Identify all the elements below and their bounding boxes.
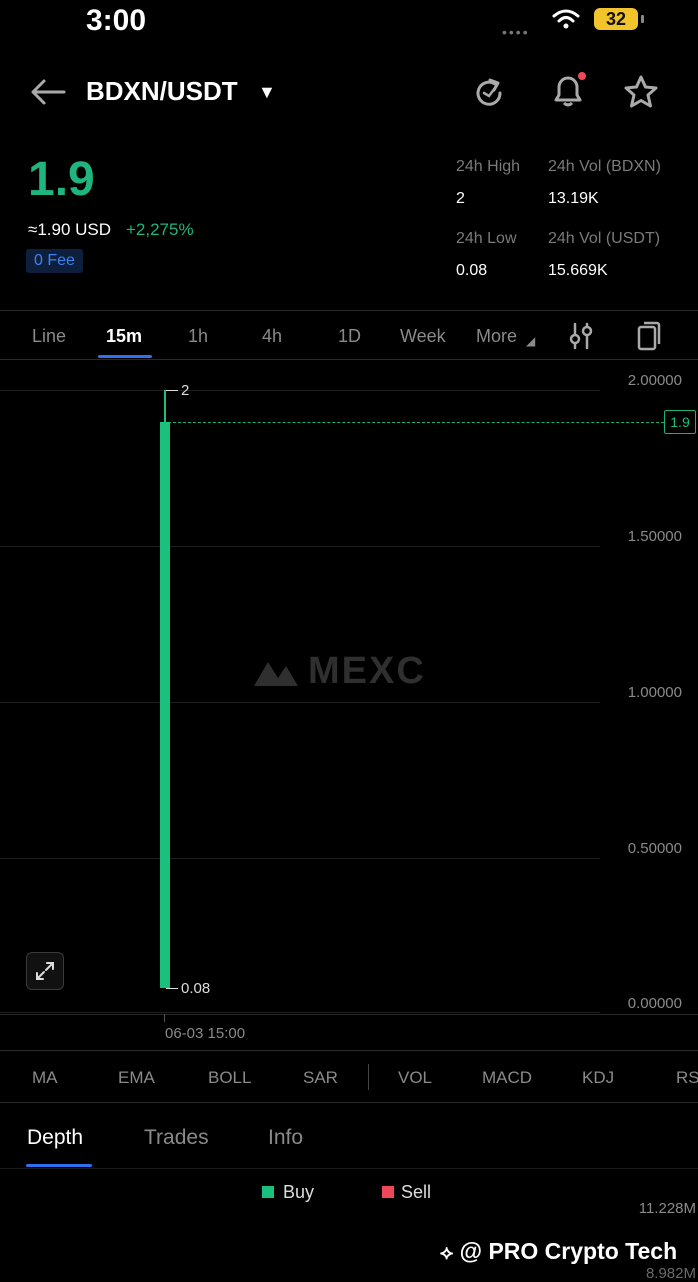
watermark-credit: ⟡ @ PRO Crypto Tech (440, 1238, 677, 1265)
sell-legend-swatch (382, 1186, 394, 1198)
24h-vol-base-value: 13.19K (548, 190, 599, 207)
tab-1h[interactable]: 1h (188, 326, 208, 347)
tab-trades[interactable]: Trades (144, 1126, 209, 1150)
y-axis-tick: 1.50000 (627, 528, 682, 545)
24h-high-label: 24h High (456, 158, 521, 175)
grid-line (0, 702, 600, 703)
tab-week[interactable]: Week (400, 326, 446, 347)
24h-high-value: 2 (456, 190, 465, 207)
tab-1d[interactable]: 1D (338, 326, 361, 347)
24h-vol-quote-label: 24h Vol (USDT) (548, 230, 661, 247)
grid-line (0, 546, 600, 547)
x-axis-time-label: 06-03 15:00 (165, 1025, 246, 1042)
usd-equivalent: ≈1.90 USD (28, 220, 112, 239)
low-marker-tick (166, 988, 178, 989)
y-axis-tick: 2.00000 (627, 372, 682, 389)
grid-line (0, 1012, 600, 1013)
buy-legend-label: Buy (283, 1182, 315, 1202)
trading-pair-title[interactable]: BDXN/USDT (86, 76, 238, 107)
y-axis-tick: 1.00000 (627, 684, 682, 701)
divider (0, 1168, 698, 1169)
indicator-rsi[interactable]: RS (676, 1068, 698, 1088)
pair-dropdown-caret-icon[interactable]: ▼ (258, 82, 276, 103)
y-axis-tick: 0.00000 (627, 995, 682, 1012)
back-arrow-icon[interactable] (30, 78, 66, 106)
24h-low-value: 0.08 (456, 262, 488, 279)
watermark-text: MEXC (308, 650, 426, 692)
status-time: 3:00 (86, 4, 147, 37)
credit-text: @ PRO Crypto Tech (459, 1238, 678, 1264)
indicator-kdj[interactable]: KDJ (582, 1068, 614, 1088)
diamond-logo-icon: ⟡ (440, 1242, 454, 1264)
last-price: 1.9 (28, 153, 95, 206)
tab-depth[interactable]: Depth (27, 1126, 83, 1150)
divider (0, 359, 698, 360)
mexc-watermark: MEXC (252, 650, 426, 693)
expand-icon (36, 962, 54, 980)
x-axis (0, 1014, 698, 1015)
tab-15m[interactable]: 15m (106, 326, 142, 347)
price-alert-bell-icon[interactable] (548, 70, 588, 110)
tab-line[interactable]: Line (32, 326, 66, 347)
active-tab-indicator (26, 1164, 92, 1167)
tab-4h[interactable]: 4h (262, 326, 282, 347)
active-tab-indicator (98, 355, 152, 358)
price-change-percent: +2,275% (126, 220, 194, 239)
divider (0, 310, 698, 311)
indicator-sar[interactable]: SAR (303, 1068, 338, 1088)
favorite-star-icon[interactable] (622, 74, 660, 110)
indicator-vol[interactable]: VOL (398, 1068, 432, 1088)
indicator-macd[interactable]: MACD (482, 1068, 532, 1088)
24h-low-label: 24h Low (456, 230, 517, 247)
indicator-ema[interactable]: EMA (118, 1068, 155, 1088)
more-caret-icon: ◢ (526, 334, 536, 348)
indicator-separator (368, 1064, 369, 1090)
24h-vol-quote-value: 15.669K (548, 262, 608, 279)
chart-layout-switch-icon[interactable] (636, 320, 662, 352)
y-axis-tick: 0.50000 (627, 840, 682, 857)
refresh-icon[interactable] (472, 76, 506, 110)
current-price-tag: 1.9 (664, 410, 696, 434)
wifi-icon (552, 9, 580, 29)
24h-vol-base-label: 24h Vol (BDXN) (548, 158, 661, 175)
depth-volume-top: 11.228M (638, 1200, 696, 1217)
candle-wick (164, 390, 166, 422)
x-axis-tick (164, 1014, 165, 1022)
indicator-settings-sliders-icon[interactable] (568, 322, 594, 350)
current-price-line (168, 422, 664, 423)
divider (0, 1050, 698, 1051)
buy-legend-swatch (262, 1186, 274, 1198)
mexc-logo-icon (254, 661, 298, 686)
fullscreen-button[interactable] (26, 952, 64, 990)
indicator-ma[interactable]: MA (32, 1068, 58, 1088)
depth-volume-bottom: 8.982M (645, 1265, 696, 1282)
candle-body[interactable] (160, 422, 170, 988)
battery-indicator: 32 (594, 8, 644, 30)
sell-legend-label: Sell (401, 1182, 432, 1202)
high-marker-label: 2 (181, 382, 190, 399)
cellular-signal-icon: •••• (502, 24, 530, 40)
low-marker-label: 0.08 (181, 980, 211, 997)
divider (0, 1102, 698, 1103)
grid-line (0, 858, 600, 859)
high-marker-tick (166, 390, 178, 391)
fee-badge: 0 Fee (26, 249, 83, 273)
grid-line (0, 390, 600, 391)
tab-info[interactable]: Info (268, 1126, 303, 1150)
tab-more[interactable]: More (476, 326, 517, 347)
indicator-boll[interactable]: BOLL (208, 1068, 251, 1088)
